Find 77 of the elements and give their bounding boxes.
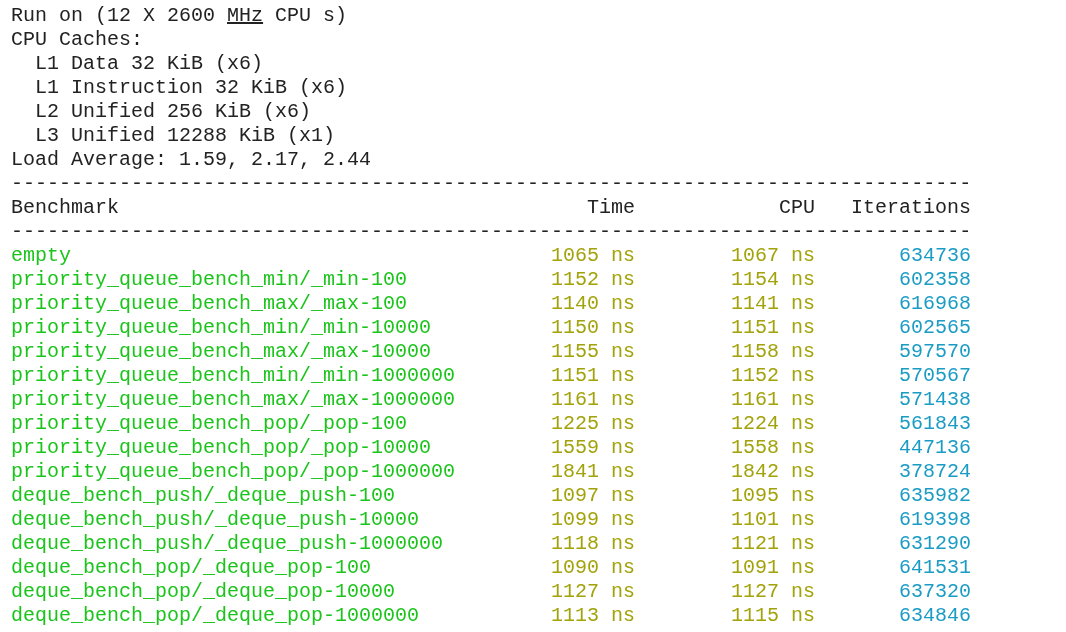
- iterations-value: 570567: [898, 364, 972, 388]
- benchmark-name: priority_queue_bench_max/_max-1000000: [11, 388, 457, 412]
- time-value: 1140 ns: [550, 292, 636, 316]
- iterations-value: 634846: [898, 604, 972, 628]
- column-header: Iterations: [850, 196, 972, 220]
- cpu-value: 1151 ns: [730, 316, 816, 340]
- iterations-value: 634736: [898, 244, 972, 268]
- benchmark-name: empty: [11, 244, 72, 268]
- time-value: 1118 ns: [550, 532, 636, 556]
- benchmark-name: priority_queue_bench_max/_max-100: [11, 292, 409, 316]
- iterations-value: 571438: [898, 388, 972, 412]
- time-value: 1161 ns: [550, 388, 636, 412]
- cpu-value: 1842 ns: [730, 460, 816, 484]
- time-value: 1559 ns: [550, 436, 636, 460]
- benchmark-name: priority_queue_bench_pop/_pop-100: [11, 412, 409, 436]
- iterations-value: 447136: [898, 436, 972, 460]
- iterations-value: 631290: [898, 532, 972, 556]
- cpu-value: 1115 ns: [730, 604, 816, 628]
- cpu-value: 1141 ns: [730, 292, 816, 316]
- iterations-value: 635982: [898, 484, 972, 508]
- cpu-value: 1152 ns: [730, 364, 816, 388]
- iterations-value: 597570: [898, 340, 972, 364]
- iterations-value: 637320: [898, 580, 972, 604]
- time-value: 1065 ns: [550, 244, 636, 268]
- iterations-value: 561843: [898, 412, 972, 436]
- iterations-value: 619398: [898, 508, 972, 532]
- cpu-value: 1154 ns: [730, 268, 816, 292]
- cpu-value: 1224 ns: [730, 412, 816, 436]
- iterations-value: 616968: [898, 292, 972, 316]
- time-value: 1151 ns: [550, 364, 636, 388]
- benchmark-name: priority_queue_bench_min/_min-1000000: [11, 364, 457, 388]
- benchmark-name: priority_queue_bench_min/_min-10000: [11, 316, 433, 340]
- benchmark-name: deque_bench_push/_deque_push-100: [11, 484, 397, 508]
- time-value: 1155 ns: [550, 340, 636, 364]
- benchmark-name: priority_queue_bench_min/_min-100: [11, 268, 409, 292]
- cpu-value: 1121 ns: [730, 532, 816, 556]
- time-value: 1841 ns: [550, 460, 636, 484]
- benchmark-name: priority_queue_bench_pop/_pop-1000000: [11, 460, 457, 484]
- benchmark-name: priority_queue_bench_max/_max-10000: [11, 340, 433, 364]
- cpu-value: 1095 ns: [730, 484, 816, 508]
- terminal-line: L2 Unified 256 KiB (x6): [35, 100, 312, 124]
- column-header: Time: [586, 196, 636, 220]
- cpu-value: 1161 ns: [730, 388, 816, 412]
- time-value: 1152 ns: [550, 268, 636, 292]
- iterations-value: 378724: [898, 460, 972, 484]
- benchmark-name: priority_queue_bench_pop/_pop-10000: [11, 436, 433, 460]
- separator-line: --------------------------------------------------------------------------------: [11, 220, 972, 244]
- terminal-line: L3 Unified 12288 KiB (x1): [35, 124, 336, 148]
- iterations-value: 602358: [898, 268, 972, 292]
- terminal-line: L1 Instruction 32 KiB (x6): [35, 76, 348, 100]
- benchmark-name: deque_bench_push/_deque_push-10000: [11, 508, 421, 532]
- cpu-value: 1091 ns: [730, 556, 816, 580]
- iterations-value: 602565: [898, 316, 972, 340]
- benchmark-name: deque_bench_pop/_deque_pop-10000: [11, 580, 397, 604]
- benchmark-name: deque_bench_pop/_deque_pop-1000000: [11, 604, 421, 628]
- cpu-value: 1558 ns: [730, 436, 816, 460]
- time-value: 1099 ns: [550, 508, 636, 532]
- cpu-value: 1067 ns: [730, 244, 816, 268]
- terminal-line: CPU Caches:: [11, 28, 144, 52]
- time-value: 1113 ns: [550, 604, 636, 628]
- benchmark-name: deque_bench_push/_deque_push-1000000: [11, 532, 445, 556]
- time-value: 1090 ns: [550, 556, 636, 580]
- time-value: 1225 ns: [550, 412, 636, 436]
- column-header: CPU: [778, 196, 816, 220]
- cpu-value: 1127 ns: [730, 580, 816, 604]
- time-value: 1150 ns: [550, 316, 636, 340]
- benchmark-name: deque_bench_pop/_deque_pop-100: [11, 556, 373, 580]
- time-value: 1127 ns: [550, 580, 636, 604]
- terminal-line: L1 Data 32 KiB (x6): [35, 52, 264, 76]
- iterations-value: 641531: [898, 556, 972, 580]
- cpu-value: 1158 ns: [730, 340, 816, 364]
- column-header: Benchmark: [11, 196, 121, 220]
- terminal-line: Load Average: 1.59, 2.17, 2.44: [11, 148, 372, 172]
- cpu-value: 1101 ns: [730, 508, 816, 532]
- time-value: 1097 ns: [550, 484, 636, 508]
- separator-line: --------------------------------------------------------------------------------: [11, 172, 972, 196]
- terminal-line: Run on (12 X 2600 MHz CPU s): [11, 4, 348, 28]
